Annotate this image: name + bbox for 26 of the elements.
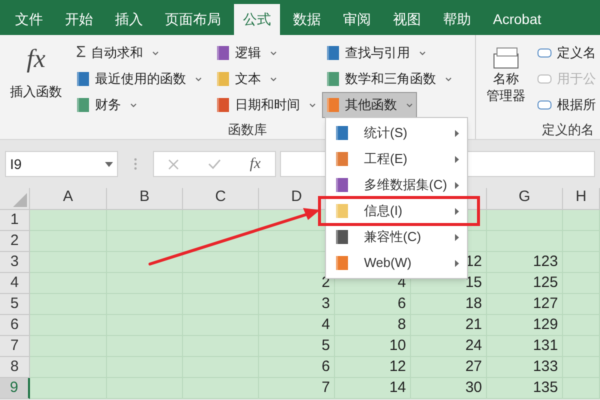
group-label: 函数库: [228, 120, 267, 138]
table-cell: 129: [487, 315, 563, 336]
table-cell: 3: [259, 294, 335, 315]
table-cell: 6: [335, 294, 411, 315]
sigma-icon: Σ: [76, 45, 86, 61]
table-cell: 4: [259, 315, 335, 336]
table-cell: 10: [335, 336, 411, 357]
table-cell: 133: [487, 357, 563, 378]
table-cell: 27: [411, 357, 487, 378]
table-cell: 24: [411, 336, 487, 357]
table-cell: 18: [411, 294, 487, 315]
table-cell: 131: [487, 336, 563, 357]
table-cell: 30: [411, 378, 487, 399]
table-cell: 14: [335, 378, 411, 399]
ribbon-command: 用于公: [536, 66, 596, 92]
table-cell: 127: [487, 294, 563, 315]
table-cell: 6: [259, 357, 335, 378]
table-cell: 12: [335, 357, 411, 378]
table-cell: 135: [487, 378, 563, 399]
table-cell: 125: [487, 273, 563, 294]
table-cell: 123: [487, 252, 563, 273]
table-cell: 7: [259, 378, 335, 399]
table-cell: 21: [411, 315, 487, 336]
table-cell: 8: [335, 315, 411, 336]
group-label: 定义的名: [542, 120, 594, 138]
table-cell: 5: [259, 336, 335, 357]
